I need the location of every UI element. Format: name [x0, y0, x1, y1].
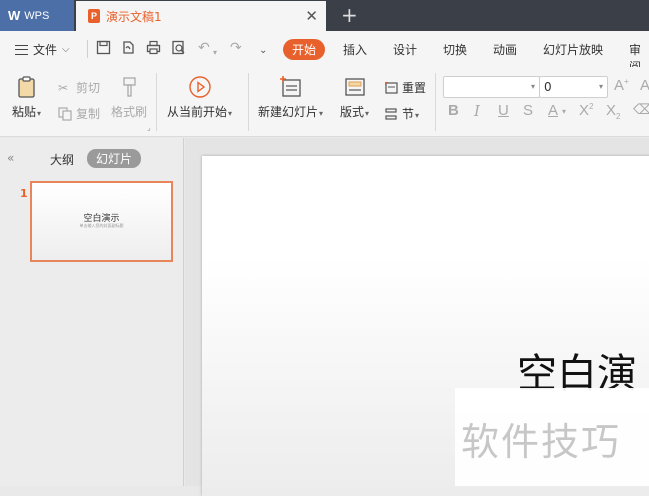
wps-app-name: WPS: [24, 9, 50, 22]
paste-icon: [17, 76, 35, 98]
slide-panel: « 大纲 幻灯片 1 空白演示 单击输入您的封面副标题: [0, 138, 184, 486]
cut-button[interactable]: ✂ 剪切: [58, 79, 100, 96]
hamburger-icon: [15, 44, 28, 55]
scissors-icon: ✂: [58, 80, 69, 95]
decrease-font-size-icon[interactable]: A: [640, 77, 649, 94]
italic-icon[interactable]: I: [474, 102, 480, 120]
superscript-icon[interactable]: X2: [579, 102, 593, 119]
section-button[interactable]: 节▾: [384, 105, 419, 122]
document-tab[interactable]: P 演示文稿1 ✕: [76, 1, 326, 31]
thumbnail-subtitle: 单击输入您的封面副标题: [79, 223, 124, 228]
underline-icon[interactable]: U: [498, 102, 509, 119]
menu-bar: 文件 ⌵ ↶ ▾ ↷ ⌄ 开始 插入 设计 切换 动画 幻灯片放映 审阅: [0, 31, 649, 74]
copy-label: 复制: [76, 107, 101, 121]
print-preview-icon[interactable]: [171, 40, 186, 55]
strikethrough-icon[interactable]: S: [523, 102, 533, 119]
bold-icon[interactable]: B: [448, 102, 459, 119]
document-tab-title: 演示文稿1: [106, 9, 162, 24]
copy-icon: [58, 106, 72, 121]
layout-label: 版式▾: [340, 105, 370, 119]
font-name-dropdown-icon: ▾: [530, 82, 535, 91]
tab-outline[interactable]: 大纲: [50, 151, 74, 168]
copy-button[interactable]: 复制: [58, 105, 100, 122]
new-slide-label: 新建幻灯片▾: [258, 105, 324, 119]
new-slide-button[interactable]: 新建幻灯片▾: [258, 75, 323, 120]
title-bar: W WPS P 演示文稿1 ✕ +: [0, 0, 649, 31]
play-from-current-button[interactable]: 从当前开始▾: [167, 75, 232, 120]
tab-design[interactable]: 设计: [393, 41, 417, 58]
layout-button[interactable]: 版式▾: [340, 75, 369, 120]
wps-home-tab[interactable]: W WPS: [0, 0, 74, 31]
ribbon-toolbar: 粘贴▾ ✂ 剪切 复制 格式刷 ⌟ 从当前开始▾ 新建幻灯片▾ 版式▾ 重置 节…: [0, 67, 649, 137]
undo-dropdown-icon[interactable]: ▾: [213, 45, 217, 61]
increase-font-size-icon[interactable]: A+: [614, 77, 629, 94]
clipboard-launcher-icon[interactable]: ⌟: [147, 123, 151, 132]
file-menu-label: 文件: [33, 43, 58, 57]
play-icon: [188, 76, 211, 98]
font-size-combo[interactable]: 0 ▾: [539, 76, 608, 98]
font-color-icon[interactable]: A: [548, 102, 558, 119]
new-slide-icon: [279, 76, 301, 97]
paste-label: 粘贴▾: [12, 105, 42, 119]
presentation-file-icon: P: [88, 9, 100, 23]
export-pdf-icon[interactable]: [121, 40, 136, 55]
subscript-icon[interactable]: X2: [606, 102, 620, 121]
play-from-current-label: 从当前开始▾: [167, 105, 233, 119]
font-size-value: 0: [544, 80, 552, 94]
section-label: 节▾: [402, 107, 420, 121]
reset-label: 重置: [402, 81, 427, 95]
file-menu-button[interactable]: 文件 ⌵: [15, 41, 70, 58]
format-painter-label: 格式刷: [111, 105, 148, 119]
tab-insert[interactable]: 插入: [343, 41, 367, 58]
tab-home[interactable]: 开始: [283, 39, 326, 60]
font-color-dropdown-icon[interactable]: ▾: [562, 107, 566, 116]
font-name-combo[interactable]: ▾: [443, 76, 540, 98]
print-icon[interactable]: [146, 40, 161, 55]
tab-slides[interactable]: 幻灯片: [87, 149, 142, 168]
divider: [156, 73, 157, 131]
paste-button[interactable]: 粘贴▾: [12, 75, 41, 120]
format-painter-button[interactable]: 格式刷: [111, 75, 147, 120]
undo-icon[interactable]: ↶: [198, 40, 210, 56]
redo-icon[interactable]: ↷: [230, 40, 242, 56]
divider: [248, 73, 249, 131]
layout-icon: [344, 78, 365, 96]
close-tab-icon[interactable]: ✕: [305, 7, 318, 25]
customize-toolbar-icon[interactable]: ⌄: [259, 43, 267, 59]
wps-logo-icon: W: [8, 8, 20, 23]
slide-number: 1: [20, 187, 28, 200]
font-size-dropdown-icon: ▾: [598, 82, 603, 91]
reset-button[interactable]: 重置: [384, 79, 426, 96]
section-icon: [385, 107, 397, 120]
watermark: 软件技巧: [455, 388, 649, 486]
watermark-text: 软件技巧: [461, 420, 622, 464]
slide-thumbnail[interactable]: 空白演示 单击输入您的封面副标题: [30, 181, 173, 262]
reset-icon: [385, 81, 398, 94]
tab-animations[interactable]: 动画: [493, 41, 517, 58]
format-painter-icon: [123, 77, 136, 97]
divider: [87, 40, 88, 58]
tab-slideshow[interactable]: 幻灯片放映: [543, 41, 603, 58]
divider: [435, 73, 436, 131]
cut-label: 剪切: [76, 81, 101, 95]
save-icon[interactable]: [96, 40, 111, 55]
tab-transitions[interactable]: 切换: [443, 41, 467, 58]
chevron-down-icon: ⌵: [62, 44, 70, 55]
new-tab-icon[interactable]: +: [341, 3, 358, 27]
clear-formatting-icon[interactable]: ⌫: [633, 102, 649, 118]
collapse-panel-icon[interactable]: «: [7, 151, 14, 165]
